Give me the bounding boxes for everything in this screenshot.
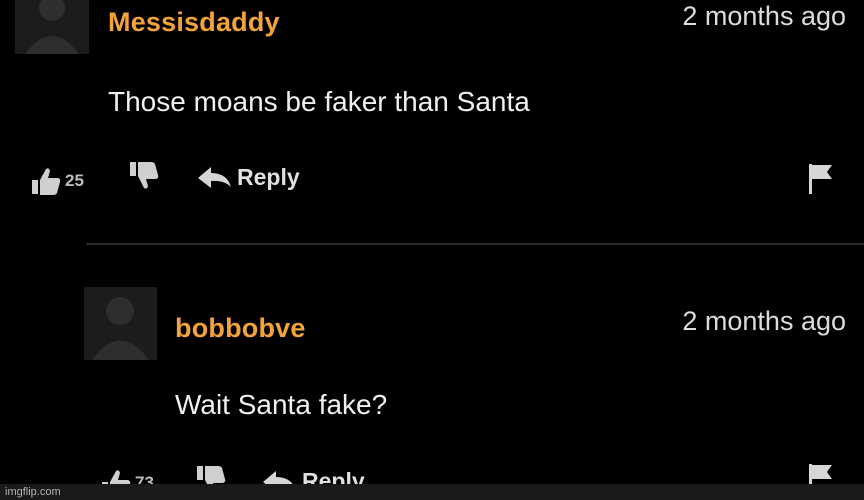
like-count: 25 [65, 171, 84, 190]
comment-username[interactable]: bobbobve [175, 313, 306, 344]
comment-text: Wait Santa fake? [175, 389, 388, 420]
thumbs-up-icon [32, 168, 61, 195]
dislike-button[interactable] [128, 160, 162, 192]
reply-arrow-icon [198, 166, 231, 188]
comment-username[interactable]: Messisdaddy [108, 7, 280, 38]
reply-button[interactable]: Reply [197, 164, 300, 191]
comment-text: Those moans be faker than Santa [108, 86, 530, 117]
flag-button[interactable] [806, 162, 836, 196]
user-avatar-icon [84, 287, 157, 360]
like-button[interactable]: 25 [30, 166, 84, 196]
flag-icon [809, 164, 832, 194]
thumbs-down-icon [130, 162, 159, 189]
avatar[interactable] [84, 287, 157, 360]
reply-label: Reply [237, 164, 300, 190]
comment-timestamp: 2 months ago [682, 1, 846, 31]
imgflip-watermark: imgflip.com [0, 484, 864, 500]
comment-actions: 25 Reply [0, 160, 864, 200]
comment-divider [86, 243, 864, 245]
comment-timestamp: 2 months ago [682, 306, 846, 336]
avatar[interactable] [15, 0, 89, 54]
user-avatar-icon [15, 0, 89, 54]
